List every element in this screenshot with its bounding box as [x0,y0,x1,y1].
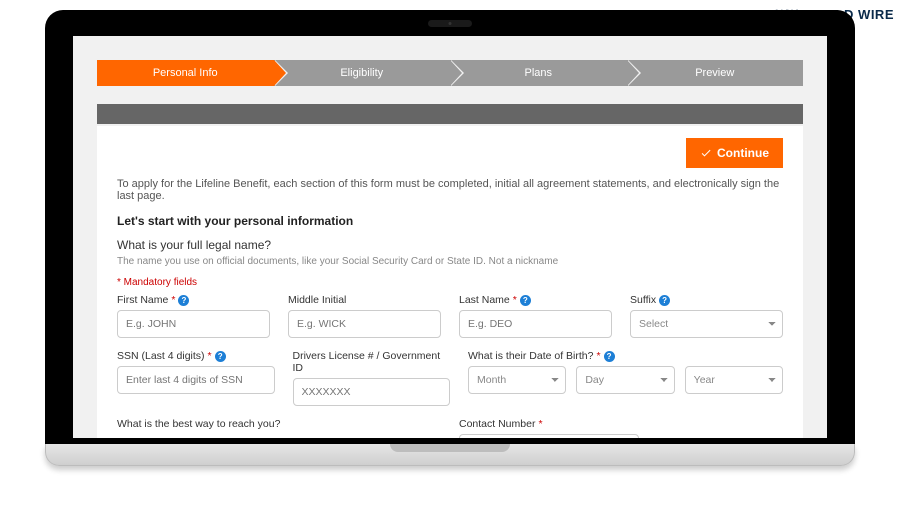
last-name-input[interactable] [459,310,612,338]
info-icon[interactable]: ? [178,295,189,306]
section-heading: Let's start with your personal informati… [117,214,783,228]
dob-year-select[interactable]: Year [685,366,783,394]
dob-day-select[interactable]: Day [576,366,674,394]
last-name-label: Last Name * ? [459,294,612,306]
legal-name-hint: The name you use on official documents, … [117,256,783,267]
legal-name-question: What is your full legal name? [117,238,783,252]
middle-initial-input[interactable] [288,310,441,338]
suffix-select[interactable]: Select [630,310,783,338]
dob-label: What is their Date of Birth? * ? [468,350,783,362]
suffix-label: Suffix ? [630,294,783,306]
reach-label: What is the best way to reach you? [117,418,441,430]
first-name-input[interactable] [117,310,270,338]
mandatory-legend: * Mandatory fields [117,277,783,288]
laptop-camera [428,20,472,27]
info-icon[interactable]: ? [520,295,531,306]
contact-number-label: Contact Number * [459,418,783,430]
step-personal-info[interactable]: Personal Info [97,60,274,86]
intro-text: To apply for the Lifeline Benefit, each … [117,178,783,202]
step-preview[interactable]: Preview [627,60,804,86]
laptop-base [45,444,855,466]
info-icon[interactable]: ? [215,351,226,362]
gov-id-input[interactable] [293,378,451,406]
ssn-input[interactable] [117,366,275,394]
header-bar [97,104,803,124]
step-eligibility[interactable]: Eligibility [274,60,451,86]
dob-month-select[interactable]: Month [468,366,566,394]
step-plans[interactable]: Plans [450,60,627,86]
info-icon[interactable]: ? [604,351,615,362]
continue-button[interactable]: Continue [686,138,783,168]
stepper: Personal Info Eligibility Plans Preview [97,60,803,86]
middle-initial-label: Middle Initial [288,294,441,306]
laptop-mockup: Personal Info Eligibility Plans Preview … [45,10,855,466]
contact-number-input[interactable] [459,434,639,438]
check-icon [700,147,712,159]
first-name-label: First Name * ? [117,294,270,306]
gov-id-label: Drivers License # / Government ID [293,350,451,374]
ssn-label: SSN (Last 4 digits) * ? [117,350,275,362]
info-icon[interactable]: ? [659,295,670,306]
